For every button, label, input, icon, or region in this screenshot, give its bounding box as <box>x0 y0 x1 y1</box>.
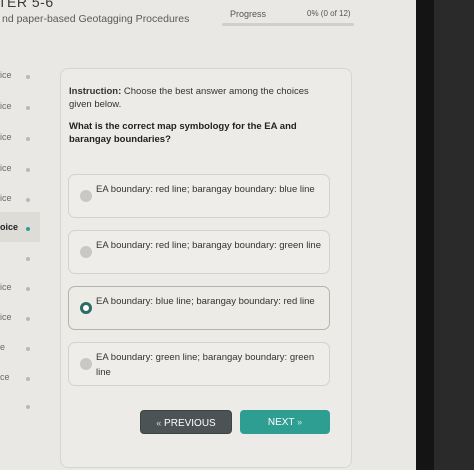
sidebar-status-dot <box>26 198 30 202</box>
sidebar-item-5[interactable]: ice <box>0 193 40 209</box>
answer-option-1[interactable]: EA boundary: red line; barangay boundary… <box>68 174 330 218</box>
radio-button[interactable] <box>80 358 92 370</box>
radio-button[interactable] <box>80 246 92 258</box>
sidebar-status-dot <box>26 75 30 79</box>
sidebar-item-label: oice <box>0 222 19 232</box>
next-button[interactable]: NEXT » <box>240 410 330 434</box>
sidebar-item-4[interactable]: ice <box>0 163 40 179</box>
sidebar-item-3[interactable]: ice <box>0 132 40 148</box>
sidebar-item-6[interactable]: oice <box>0 222 40 238</box>
sidebar-status-dot <box>26 317 30 321</box>
sidebar-status-dot <box>26 257 30 261</box>
answer-option-4[interactable]: EA boundary: green line; barangay bounda… <box>68 342 330 386</box>
answer-option-text: EA boundary: green line; barangay bounda… <box>96 352 315 378</box>
question-prompt: What is the correct map symbology for th… <box>69 121 297 145</box>
sidebar-status-dot <box>26 106 30 110</box>
previous-button[interactable]: « PREVIOUS <box>140 410 232 434</box>
course-title: nd paper-based Geotagging Procedures <box>2 13 190 25</box>
radio-button[interactable] <box>80 190 92 202</box>
sidebar-item-label: ce <box>0 372 10 382</box>
answer-option-text: EA boundary: blue line; barangay boundar… <box>96 296 315 307</box>
chevron-left-icon: « <box>156 418 162 428</box>
progress-label: Progress <box>230 9 267 19</box>
sidebar-status-dot <box>26 377 30 381</box>
progress-bar <box>222 23 354 26</box>
previous-button-label: PREVIOUS <box>164 418 216 429</box>
sidebar-item-10[interactable]: ce <box>0 372 40 388</box>
sidebar-item-label: ice <box>0 163 12 173</box>
sidebar-item-2[interactable]: ice <box>0 101 40 117</box>
answer-option-3[interactable]: EA boundary: blue line; barangay boundar… <box>68 286 330 330</box>
app-screen: TER 5-6 nd paper-based Geotagging Proced… <box>0 0 416 470</box>
instruction-text: Instruction: Choose the best answer amon… <box>69 85 329 111</box>
progress-text: 0% (0 of 12) <box>307 9 351 18</box>
instruction-label: Instruction: <box>69 86 122 97</box>
sidebar-item-8[interactable]: ice <box>0 312 40 328</box>
sidebar-status-dot <box>26 227 30 231</box>
sidebar-status-dot <box>26 168 30 172</box>
sidebar-item-7[interactable]: ice <box>0 282 40 298</box>
sidebar-item-label: ice <box>0 312 12 322</box>
sidebar-item-label: e <box>0 342 6 352</box>
sidebar-status-dot <box>26 137 30 141</box>
sidebar-item-label: ice <box>0 282 12 292</box>
sidebar-item-label: ice <box>0 101 12 111</box>
sidebar-status-dot <box>26 347 30 351</box>
sidebar-item-label: ice <box>0 132 12 142</box>
sidebar-status-dot <box>26 405 30 409</box>
answer-option-text: EA boundary: red line; barangay boundary… <box>96 184 315 195</box>
sidebar-status-dot <box>26 287 30 291</box>
next-button-label: NEXT <box>267 417 295 428</box>
radio-button-selected[interactable] <box>80 302 92 314</box>
sidebar-item-9[interactable]: e <box>0 342 40 358</box>
sidebar-item-1[interactable]: ice <box>0 70 40 86</box>
sidebar-item-label: ice <box>0 193 12 203</box>
chevron-right-icon: » <box>297 417 303 427</box>
answer-option-text: EA boundary: red line; barangay boundary… <box>96 240 321 251</box>
answer-option-2[interactable]: EA boundary: red line; barangay boundary… <box>68 230 330 274</box>
course-code: TER 5-6 <box>0 0 54 10</box>
sidebar-item-label: ice <box>0 70 12 80</box>
device-bezel-edge <box>434 0 474 470</box>
